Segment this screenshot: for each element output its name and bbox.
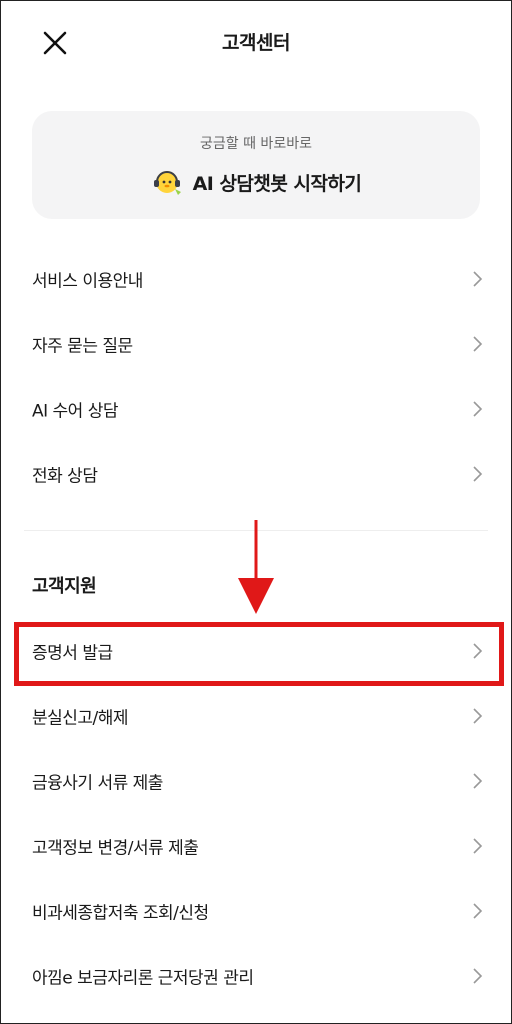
chevron-right-icon: [473, 642, 483, 659]
chatbot-avatar-icon: [153, 171, 181, 195]
chevron-right-icon: [473, 400, 483, 417]
menu-item-label: 비과세종합저축 조회/신청: [32, 903, 209, 923]
menu-item-loss-report[interactable]: 분실신고/해제: [0, 683, 512, 748]
chevron-right-icon: [473, 967, 483, 984]
main-menu-list: 서비스 이용안내 자주 묻는 질문 AI 수어 상담 전화 상담: [0, 246, 512, 506]
menu-item-faq[interactable]: 자주 묻는 질문: [0, 311, 512, 376]
menu-item-fraud-documents[interactable]: 금융사기 서류 제출: [0, 748, 512, 813]
chevron-right-icon: [473, 270, 483, 287]
chatbot-start-card[interactable]: 궁금할 때 바로바로 AI 상담챗봇 시작하기: [32, 111, 480, 219]
header: 고객센터: [0, 0, 512, 88]
menu-item-mortgage-management[interactable]: 아낌e 보금자리론 근저당권 관리: [0, 943, 512, 1008]
menu-item-label: AI 수어 상담: [32, 401, 119, 421]
chevron-right-icon: [473, 335, 483, 352]
menu-item-label: 전화 상담: [32, 466, 98, 486]
chatbot-subtitle: 궁금할 때 바로바로: [200, 136, 312, 152]
support-menu-list: 증명서 발급 분실신고/해제 금융사기 서류 제출 고객정보 변경/서류 제출 …: [0, 618, 512, 1008]
chevron-right-icon: [473, 772, 483, 789]
menu-item-label: 자주 묻는 질문: [32, 336, 133, 356]
menu-item-label: 분실신고/해제: [32, 708, 129, 728]
chevron-right-icon: [473, 837, 483, 854]
menu-item-ai-sign-language[interactable]: AI 수어 상담: [0, 376, 512, 441]
section-title-support: 고객지원: [32, 576, 97, 597]
menu-item-label: 금융사기 서류 제출: [32, 773, 163, 793]
chevron-right-icon: [473, 902, 483, 919]
chevron-right-icon: [473, 465, 483, 482]
annotation-arrow-down-icon: [238, 520, 274, 614]
menu-item-service-guide[interactable]: 서비스 이용안내: [0, 246, 512, 311]
menu-item-label: 고객정보 변경/서류 제출: [32, 838, 199, 858]
menu-item-certificate-issue[interactable]: 증명서 발급: [0, 618, 512, 683]
menu-item-label: 서비스 이용안내: [32, 271, 143, 291]
menu-item-phone-consult[interactable]: 전화 상담: [0, 441, 512, 506]
chatbot-label: AI 상담챗봇 시작하기: [192, 172, 362, 195]
menu-item-tax-free-savings[interactable]: 비과세종합저축 조회/신청: [0, 878, 512, 943]
menu-item-customer-info-change[interactable]: 고객정보 변경/서류 제출: [0, 813, 512, 878]
menu-item-label: 아낌e 보금자리론 근저당권 관리: [32, 968, 254, 988]
page-title: 고객센터: [222, 32, 290, 54]
chatbot-main-row: AI 상담챗봇 시작하기: [32, 165, 480, 199]
menu-item-label: 증명서 발급: [32, 643, 113, 663]
chevron-right-icon: [473, 707, 483, 724]
